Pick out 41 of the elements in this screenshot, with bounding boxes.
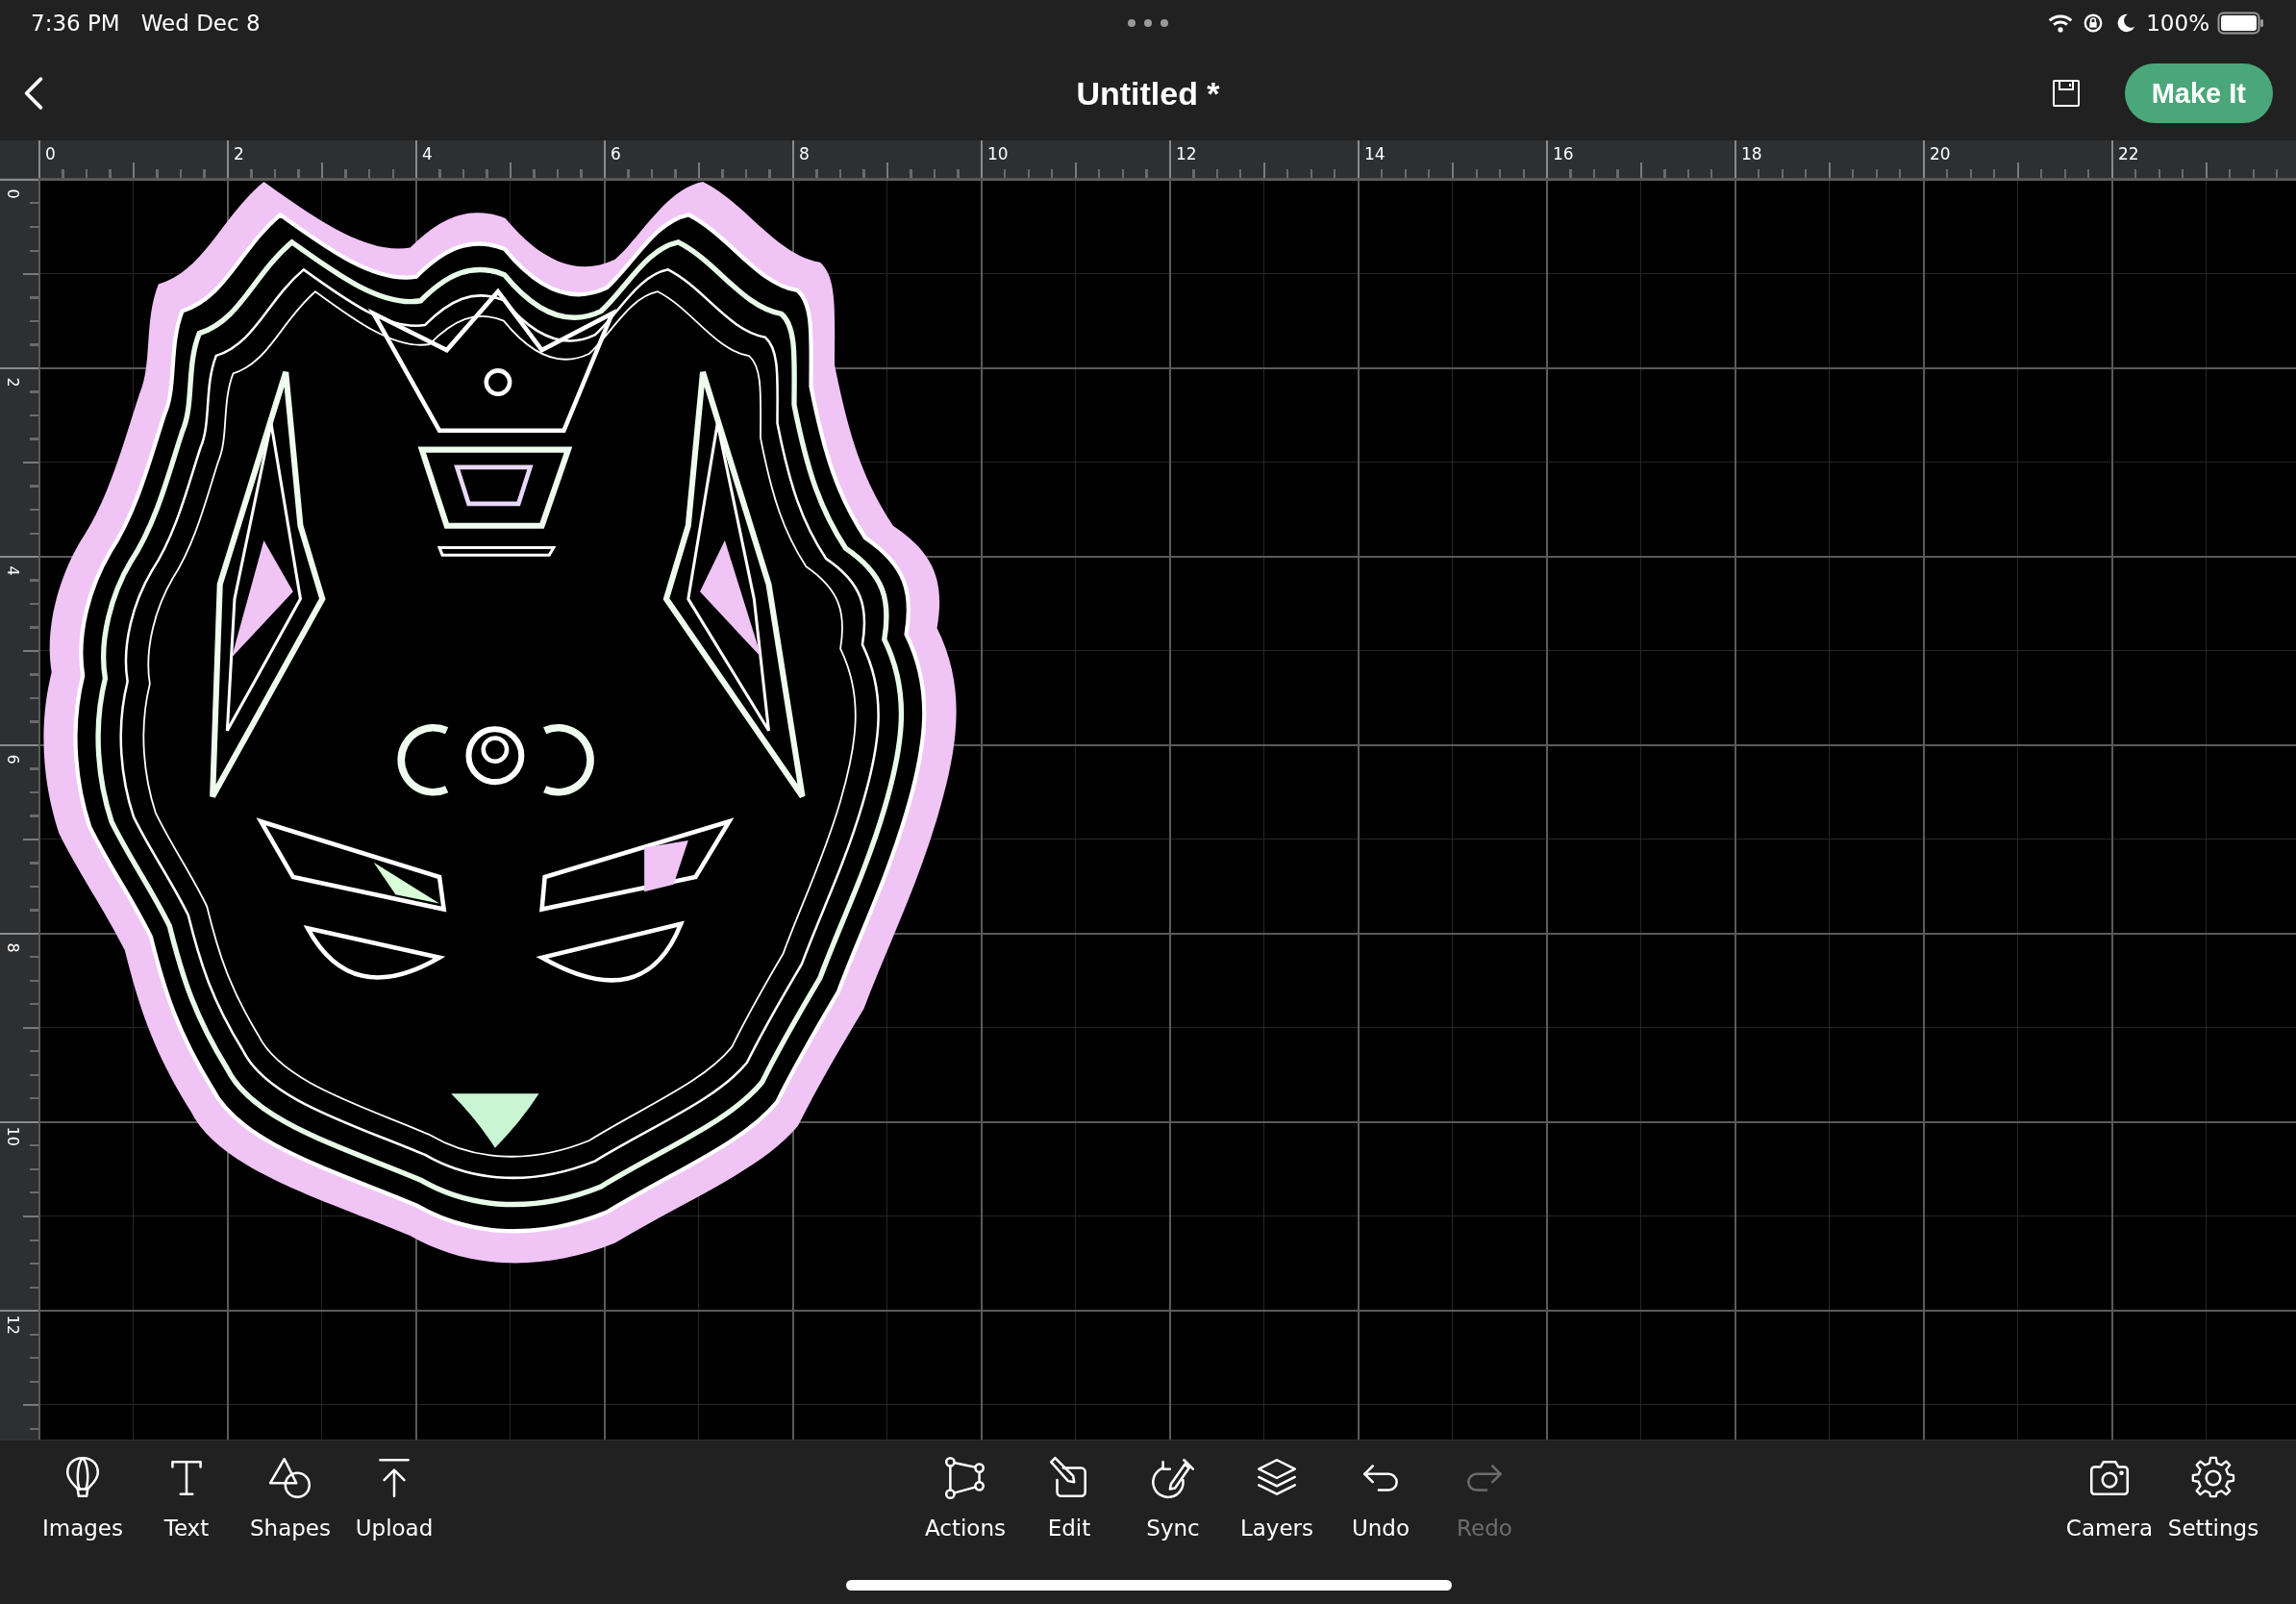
wifi-icon (2048, 13, 2074, 34)
toolbar-button[interactable]: Text (135, 1454, 238, 1541)
toolbar-button[interactable]: Upload (342, 1454, 446, 1541)
ruler-label: 12 (3, 1315, 22, 1335)
ruler-label: 20 (1930, 144, 1951, 163)
toolbar-button[interactable]: Settings (2161, 1454, 2265, 1541)
ruler-label: 6 (611, 144, 621, 163)
toolbar-button[interactable]: Sync (1121, 1454, 1225, 1541)
battery-percent: 100% (2146, 11, 2209, 36)
ruler-label: 0 (3, 188, 22, 201)
ruler-label: 4 (3, 564, 22, 578)
status-time: 7:36 PM (31, 11, 120, 36)
ruler-label: 0 (45, 144, 56, 163)
document-title: Untitled * (1076, 74, 1220, 113)
toolbar-button[interactable]: Actions (913, 1454, 1017, 1541)
ruler-label: 2 (3, 376, 22, 389)
ruler-label: 10 (987, 144, 1009, 163)
battery-icon (2217, 12, 2265, 35)
toolbar-button[interactable]: Camera (2058, 1454, 2161, 1541)
ruler-label: 14 (1364, 144, 1385, 163)
ruler-label: 6 (3, 753, 22, 766)
save-icon[interactable] (2051, 79, 2081, 108)
ruler-label: 22 (2118, 144, 2139, 163)
status-date: Wed Dec 8 (140, 11, 261, 36)
toolbar-button[interactable]: Layers (1225, 1454, 1329, 1541)
design-canvas[interactable] (38, 179, 2296, 1440)
toolbar-button[interactable]: Shapes (238, 1454, 342, 1541)
toolbar-button[interactable]: Edit (1017, 1454, 1121, 1541)
multitasking-dots-icon[interactable] (1127, 18, 1169, 28)
ruler-label: 4 (422, 144, 433, 163)
ruler-label: 12 (1176, 144, 1197, 163)
ruler-label: 18 (1741, 144, 1762, 163)
toolbar-button[interactable]: Images (31, 1454, 135, 1541)
ruler-label: 8 (3, 941, 22, 955)
toolbar-button[interactable]: Undo (1329, 1454, 1433, 1541)
ruler-label: 2 (234, 144, 244, 163)
fox-mask-drawing[interactable] (43, 182, 957, 1264)
ruler-label: 10 (3, 1126, 22, 1146)
ruler-label: 8 (799, 144, 810, 163)
ruler-label: 16 (1553, 144, 1574, 163)
back-chevron-icon[interactable] (23, 76, 44, 111)
